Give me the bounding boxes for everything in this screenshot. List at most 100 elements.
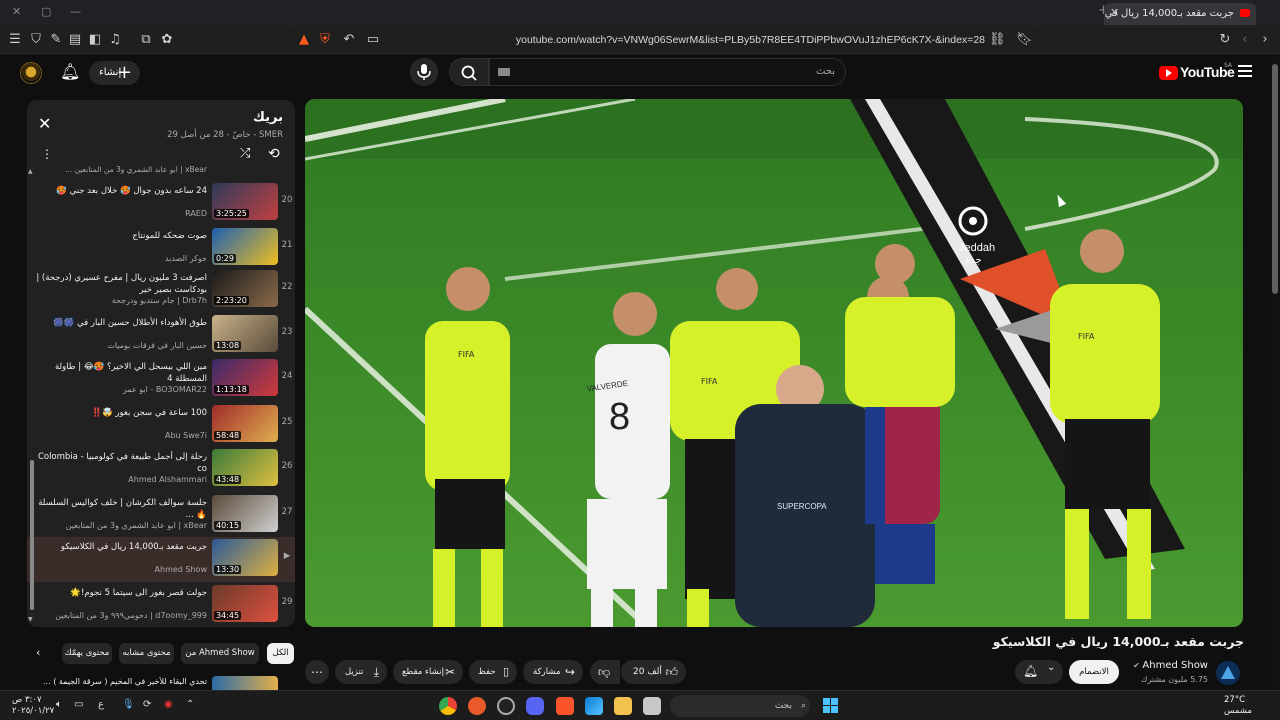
- sidebar-toggle-icon[interactable]: ◧: [87, 32, 103, 48]
- playlist-item[interactable]: 3:25:25 20 24 ساعه بدون جوال 🥵 خلال بعد جن…: [27, 181, 295, 226]
- discord-icon[interactable]: [526, 697, 544, 715]
- join-button[interactable]: الانضمام: [1069, 660, 1119, 684]
- svg-text:FIFA: FIFA: [701, 377, 718, 386]
- screenshot-icon[interactable]: ⧉: [138, 32, 154, 48]
- voice-search-button[interactable]: [410, 58, 438, 86]
- extensions-icon[interactable]: ✿: [159, 32, 175, 48]
- cast-icon[interactable]: ▭: [365, 32, 381, 48]
- tray-overflow-icon[interactable]: ⌃: [186, 699, 194, 710]
- playlist-item[interactable]: 0:29 21 صوت ضحكه للمونتاج جوكر الصديد: [27, 226, 295, 271]
- more-actions-button[interactable]: ⋯: [305, 660, 329, 684]
- playlist-more-icon[interactable]: ⋮: [41, 147, 53, 161]
- playlist-item[interactable]: 43:48 26 رحلة إلى أجمل طبيعة في كولومبيا -…: [27, 447, 295, 492]
- close-tab-icon[interactable]: ✕: [1110, 6, 1119, 19]
- network-icon[interactable]: ▭: [74, 699, 83, 710]
- chips-scroll-left-icon[interactable]: ‹: [36, 646, 40, 659]
- guide-menu-icon[interactable]: [1238, 65, 1252, 77]
- sidebar-menu-icon[interactable]: ☰: [7, 32, 23, 48]
- music-icon[interactable]: ♫: [107, 32, 123, 48]
- close-window-icon[interactable]: ✕: [12, 5, 21, 18]
- subscribed-button[interactable]: 🔔︎ ⌄: [1015, 660, 1063, 684]
- brave-browser-icon[interactable]: [556, 697, 574, 715]
- maximize-window-icon[interactable]: ▢: [41, 5, 51, 18]
- save-button[interactable]: حفظ ▯: [469, 660, 517, 684]
- like-button[interactable]: 20 ألف 👍︎: [621, 660, 686, 684]
- chrome-icon[interactable]: [439, 697, 457, 715]
- keyboard-icon[interactable]: [498, 68, 510, 76]
- volume-icon[interactable]: 🔈︎: [56, 699, 62, 710]
- duration-badge: 13:08: [214, 341, 242, 350]
- record-tray-icon[interactable]: ◉: [164, 699, 173, 710]
- minimize-window-icon[interactable]: —: [70, 5, 81, 18]
- playlist-item[interactable]: 58:48 25 100 ساعة في سجن بغور 🤯‼️ Abu Swe7i: [27, 403, 295, 448]
- playlist-item-channel: Abu Swe7i: [164, 431, 207, 440]
- history-icon[interactable]: ↶: [341, 32, 357, 48]
- browser-tab[interactable]: جربت مقعد بـ14,000 ريال في الك ✕: [1104, 3, 1256, 25]
- bookmark-icon[interactable]: 🔖︎: [1016, 32, 1033, 48]
- reload-icon[interactable]: ↻: [1217, 32, 1233, 48]
- page-scrollbar-thumb[interactable]: [1272, 64, 1278, 294]
- steam-icon[interactable]: [497, 697, 515, 715]
- share-button[interactable]: مشاركة ↪: [523, 660, 583, 684]
- youtube-logo[interactable]: YouTube SA: [1158, 62, 1235, 84]
- pen-icon[interactable]: ✎: [48, 32, 64, 48]
- url-text: youtube.com/watch?v=VNWg06SewrM&list=PLB…: [515, 34, 985, 46]
- next-video-item[interactable]: تحدي البقاء للأخير في المخيم ( سرقة الجي…: [27, 676, 295, 690]
- account-avatar[interactable]: [20, 62, 42, 84]
- download-button[interactable]: تنزيل ⤓: [335, 660, 387, 684]
- page-scrollbar[interactable]: [1270, 54, 1280, 694]
- close-playlist-icon[interactable]: ✕: [38, 114, 51, 133]
- app-window-icon[interactable]: [643, 697, 661, 715]
- language-indicator[interactable]: ع: [98, 699, 104, 710]
- chip-from-channel[interactable]: من Ahmed Show: [181, 643, 259, 664]
- shuffle-icon[interactable]: ⤮: [240, 146, 250, 161]
- playlist-item[interactable]: 13:30 ▶ جربت مقعد بـ14,000 ريال في الكلاسي…: [27, 537, 295, 582]
- video-player[interactable]: Jeddah جدة FIFA 8 VALVERDE FIFA SUPERCOP…: [305, 99, 1243, 627]
- playlist-scrollbar[interactable]: ▲ ▼: [28, 168, 35, 625]
- sync-tray-icon[interactable]: ⟳: [143, 699, 151, 710]
- taskbar-search[interactable]: بحث ⌕: [670, 695, 810, 717]
- save-bookmark-icon: ▯: [502, 665, 509, 678]
- app-icon[interactable]: [468, 697, 486, 715]
- youtube-favicon-icon: [1240, 9, 1250, 17]
- clip-button[interactable]: إنشاء مقطع ✂: [393, 660, 463, 684]
- chip-all[interactable]: الكل: [267, 643, 294, 664]
- windows-start-icon[interactable]: [823, 698, 838, 713]
- search-button[interactable]: [449, 58, 489, 86]
- playlist-item[interactable]: 13:08 23 طوق الأهوداء الأطلال حسين البار ف…: [27, 313, 295, 358]
- playlist-title[interactable]: بريك: [253, 110, 283, 125]
- playlist-item[interactable]: xBear | ابو عابد الشمري و3 من المتابعين …: [27, 162, 295, 178]
- brave-shields-icon[interactable]: ⛨: [317, 32, 333, 48]
- playlist-item[interactable]: 34:45 29 جولت قصر بغور الى سيتما 5 نجوم!🌟 d…: [27, 583, 295, 627]
- link-icon[interactable]: ⛓: [989, 32, 1006, 48]
- playlist-item-channel: حسين البار في فرقات بوميات: [107, 341, 207, 350]
- search-input[interactable]: بحث: [489, 58, 846, 86]
- create-button[interactable]: إنشاء +: [89, 61, 140, 85]
- channel-name[interactable]: ✔ Ahmed Show: [1133, 660, 1208, 671]
- chip-for-you[interactable]: محتوى يهمّك: [62, 643, 112, 664]
- file-explorer-icon[interactable]: [614, 697, 632, 715]
- loop-icon[interactable]: ⟲: [268, 146, 280, 162]
- mic-tray-icon[interactable]: 🎙︎: [122, 699, 135, 710]
- address-bar[interactable]: ▲ ⛨ ↶ ▭ youtube.com/watch?v=VNWg06SewrM&…: [289, 30, 1037, 51]
- channel-avatar[interactable]: [1216, 661, 1240, 685]
- forward-icon[interactable]: ‹: [1237, 32, 1253, 48]
- reader-icon[interactable]: ▤: [67, 32, 83, 48]
- chip-related[interactable]: محتوى مشابه: [119, 643, 174, 664]
- notifications-bell-icon[interactable]: 🔔︎: [60, 62, 80, 81]
- store-icon[interactable]: [585, 697, 603, 715]
- back-icon[interactable]: ›: [1257, 32, 1273, 48]
- duration-badge: 43:48: [214, 475, 242, 484]
- shield-icon[interactable]: ⛉: [28, 32, 44, 48]
- dislike-button[interactable]: 👎︎: [590, 660, 620, 684]
- playlist-item[interactable]: 2:23:20 22 اصرفت 3 مليون ريال | مفرح عسيري…: [27, 268, 295, 313]
- duration-badge: 1:13:18: [214, 385, 249, 394]
- more-icon: ⋯: [311, 665, 323, 679]
- weather-widget[interactable]: 27°C مشمس: [1224, 695, 1252, 717]
- playlist-item[interactable]: 1:13:18 24 مين اللي بيسحل الي الاخير؟ 🥵😂 |…: [27, 357, 295, 402]
- playlist-panel: بريك SMER - خاصّ - 28 من أصل 29 ✕ ⋮ ⤮ ⟲ …: [27, 100, 295, 627]
- playlist-item[interactable]: 40:15 27 جلسة سوالف الكرشان | خلف كواليس ا…: [27, 493, 295, 538]
- brave-rewards-icon[interactable]: ▲: [296, 32, 312, 48]
- system-clock[interactable]: ٣:٠٧ ص ٢٠٢٥/٠١/٢٧: [12, 695, 54, 717]
- playlist-scrollbar-thumb[interactable]: [30, 460, 34, 610]
